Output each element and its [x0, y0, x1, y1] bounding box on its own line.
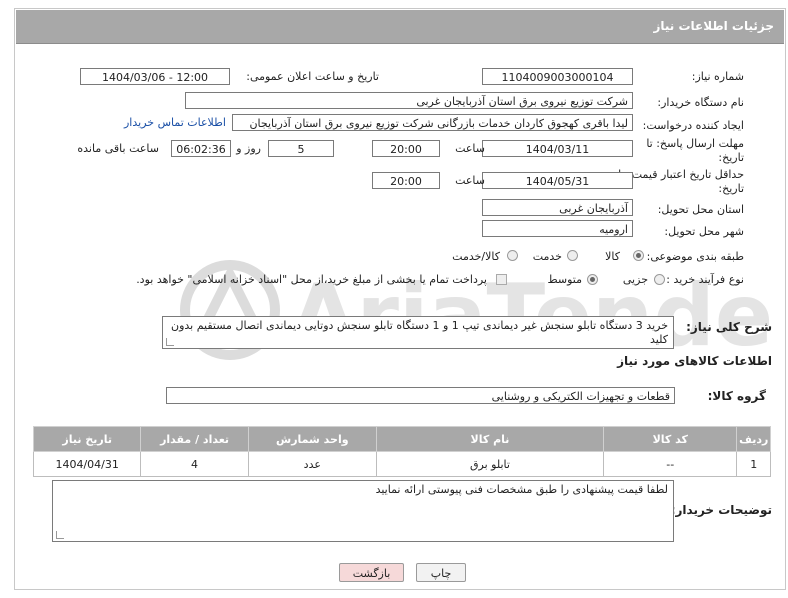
cell-qty: 4 [140, 451, 249, 477]
category-label: طبقه بندی موضوعی: [646, 250, 744, 263]
col-name: نام کالا [375, 426, 605, 452]
payment-note: پرداخت تمام یا بخشی از مبلغ خرید،از محل … [136, 273, 487, 286]
cell-name: تابلو برق [375, 451, 605, 477]
description-label: شرح کلی نیاز: [686, 320, 772, 334]
col-unit: واحد شمارش [247, 426, 377, 452]
page-title: جزئیات اطلاعات نیاز [653, 19, 774, 33]
days-field[interactable]: 5 [268, 140, 334, 157]
col-qty: تعداد / مقدار [140, 426, 249, 452]
creator-field[interactable]: لیدا باقری کهجوق کاردان خدمات بازرگانی ش… [232, 114, 633, 131]
province-label: استان محل تحویل: [657, 203, 744, 216]
payment-treasury-checkbox[interactable] [496, 274, 507, 285]
remaining-label: ساعت باقی مانده [77, 142, 159, 155]
panel-header: جزئیات اطلاعات نیاز [16, 10, 784, 44]
creator-label: ایجاد کننده درخواست: [642, 119, 744, 132]
description-text: خرید 3 دستگاه تابلو سنجش غیر دیماندی تیپ… [171, 319, 668, 346]
need-number-label: شماره نیاز: [691, 70, 744, 83]
buyer-notes-text: لطفا قیمت پیشنهادی را طبق مشخصات فنی پیو… [375, 483, 668, 496]
deadline-label: مهلت ارسال پاسخ: تا تاریخ: [646, 137, 744, 164]
cell-row: 1 [736, 451, 771, 477]
print-button[interactable]: چاپ [416, 563, 466, 582]
announce-label: تاریخ و ساعت اعلان عمومی: [246, 70, 379, 83]
process-medium-radio[interactable] [587, 274, 598, 285]
cell-code: -- [603, 451, 738, 477]
province-field[interactable]: آذربایجان غربی [482, 199, 633, 216]
process-label: نوع فرآیند خرید : [666, 273, 744, 286]
deadline-time-field[interactable]: 20:00 [372, 140, 440, 157]
city-label: شهر محل تحویل: [664, 225, 744, 238]
validity-time-label: ساعت [455, 174, 485, 187]
goods-group-field[interactable]: قطعات و تجهیزات الکتریکی و روشنایی [166, 387, 675, 404]
col-date: تاریخ نیاز [32, 426, 142, 452]
back-button[interactable]: بازگشت [339, 563, 404, 582]
goods-group-label: گروه کالا: [707, 389, 766, 403]
col-code: کد کالا [603, 426, 738, 452]
remaining-time-field[interactable]: 06:02:36 [171, 140, 231, 157]
goods-table: ردیف کد کالا نام کالا واحد شمارش تعداد /… [32, 426, 771, 477]
buyer-notes-textarea[interactable]: لطفا قیمت پیشنهادی را طبق مشخصات فنی پیو… [52, 480, 674, 542]
process-medium-label: متوسط [547, 273, 582, 286]
buyer-org-field[interactable]: شرکت توزیع نیروی برق استان آذربایجان غرب… [185, 92, 633, 109]
col-row: ردیف [736, 426, 771, 452]
goods-table-header: ردیف کد کالا نام کالا واحد شمارش تعداد /… [32, 426, 771, 452]
category-service-label: خدمت [532, 250, 562, 263]
cell-date: 1404/04/31 [32, 451, 142, 477]
cell-unit: عدد [247, 451, 377, 477]
description-textarea[interactable]: خرید 3 دستگاه تابلو سنجش غیر دیماندی تیپ… [162, 316, 674, 349]
category-goods-service-radio[interactable] [507, 250, 518, 261]
buyer-notes-label: توضیحات خریدار: [670, 503, 772, 517]
resize-grip-icon[interactable] [56, 531, 64, 539]
days-label: روز و [236, 142, 261, 155]
category-goods-label: کالا [605, 250, 620, 263]
goods-section-title: اطلاعات کالاهای مورد نیاز [617, 354, 772, 368]
deadline-date-field[interactable]: 1404/03/11 [482, 140, 633, 157]
resize-grip-icon[interactable] [166, 338, 174, 346]
process-minor-label: جزیی [622, 273, 648, 286]
category-service-radio[interactable] [567, 250, 578, 261]
contact-buyer-link[interactable]: اطلاعات تماس خریدار [124, 116, 226, 129]
announce-field[interactable]: 1404/03/06 - 12:00 [80, 68, 230, 85]
process-minor-radio[interactable] [654, 274, 665, 285]
deadline-time-label: ساعت [455, 142, 485, 155]
city-field[interactable]: ارومیه [482, 220, 633, 237]
category-goods-radio[interactable] [633, 250, 644, 261]
need-number-field[interactable]: 1104009003000104 [482, 68, 633, 85]
buyer-org-label: نام دستگاه خریدار: [657, 96, 744, 109]
category-goods-service-label: کالا/خدمت [452, 250, 500, 263]
validity-date-field[interactable]: 1404/05/31 [482, 172, 633, 189]
validity-time-field[interactable]: 20:00 [372, 172, 440, 189]
table-row[interactable]: 1 -- تابلو برق عدد 4 1404/04/31 [32, 451, 771, 477]
